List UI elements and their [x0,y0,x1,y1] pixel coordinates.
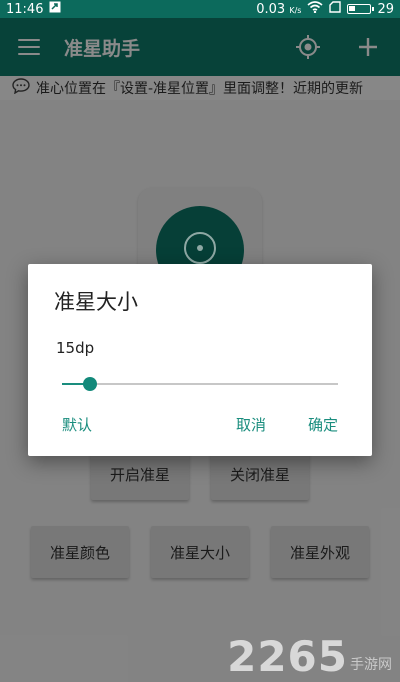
site-watermark: 2265 手游网 [227,636,392,678]
app-screen: 11:46 0.03 K/s 29 准星助手 准心位置在『设置-准星位置』里面调… [0,0,400,682]
slider-track[interactable] [62,383,338,385]
battery-percent: 29 [377,1,394,17]
crosshair-size-dialog: 准星大小 15dp 默认 取消 确定 [28,264,372,456]
confirm-button[interactable]: 确定 [308,414,338,435]
status-bar: 11:46 0.03 K/s 29 [0,0,400,18]
status-time: 11:46 [6,1,44,17]
watermark-text: 手游网 [350,657,392,673]
notification-icon [49,1,61,17]
crosshair-dot-icon [197,245,203,251]
status-right: 0.03 K/s 29 [256,1,394,17]
dialog-size-value: 15dp [56,339,95,357]
wifi-icon [307,1,323,17]
slider-thumb[interactable] [82,377,97,391]
sim-icon [329,1,342,17]
network-speed: 0.03 K/s [256,2,301,17]
crosshair-ring-icon [184,232,216,264]
battery-icon [347,4,375,14]
battery-fill [349,6,355,11]
size-slider[interactable] [62,374,338,394]
cancel-button[interactable]: 取消 [236,414,266,435]
network-speed-unit: K/s [289,5,302,15]
network-speed-value: 0.03 [256,1,286,17]
status-left: 11:46 [6,1,61,17]
default-button[interactable]: 默认 [62,414,92,435]
watermark-number: 2265 [227,632,348,681]
dialog-title: 准星大小 [54,290,138,314]
